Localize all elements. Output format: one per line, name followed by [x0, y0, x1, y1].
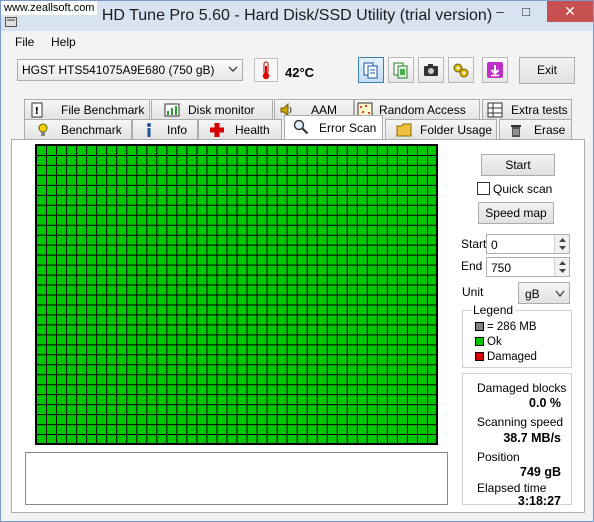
start-button[interactable]: Start: [481, 154, 555, 176]
copy-info-icon: [363, 62, 378, 79]
start-spinbox[interactable]: 0: [486, 234, 570, 254]
chevron-down-icon: [228, 66, 238, 72]
elapsed-time-label: Elapsed time: [477, 481, 547, 495]
ok-swatch: [475, 337, 484, 346]
legend-block-size-text: = 286 MB: [487, 321, 537, 333]
unit-label: Unit: [462, 285, 484, 299]
save-icon: [487, 62, 503, 78]
scan-statistics: Damaged blocks 0.0 % Scanning speed 38.7…: [462, 373, 572, 508]
spin-arrows-icon: [559, 261, 566, 273]
copy-info-button[interactable]: [358, 57, 384, 83]
temperature-readout: 42°C: [285, 65, 315, 80]
unscanned-swatch: [475, 322, 484, 331]
extra-tests-icon: [487, 102, 503, 118]
spin-arrows-icon: [559, 238, 566, 250]
tab-label: Erase: [534, 123, 566, 137]
maximize-button[interactable]: □: [513, 1, 539, 22]
legend-damaged: Damaged: [475, 351, 537, 363]
thermometer-icon: [254, 58, 278, 82]
position-label: Position: [477, 450, 520, 464]
damaged-blocks-value: 0.0 %: [529, 396, 561, 410]
quick-scan-checkbox[interactable]: [477, 182, 490, 195]
legend: Legend = 286 MB Ok Damaged: [462, 303, 572, 368]
scanning-speed-label: Scanning speed: [477, 415, 564, 429]
drive-select-value: HGST HTS541075A9E680 (750 gB): [22, 63, 215, 77]
speed-map-button[interactable]: Speed map: [478, 202, 554, 224]
tab-label: Random Access: [379, 103, 466, 117]
scanning-speed-value: 38.7 MB/s: [503, 431, 561, 445]
magnifier-icon: [293, 119, 309, 135]
end-spinbox[interactable]: 750: [486, 257, 570, 277]
tab-erase[interactable]: Erase: [499, 119, 572, 139]
start-value: 0: [491, 238, 498, 252]
scan-grid-svg: [36, 145, 437, 444]
damaged-blocks-label: Damaged blocks: [477, 381, 567, 395]
tab-label: Info: [167, 123, 188, 137]
menu-file[interactable]: File: [15, 35, 34, 49]
file-benchmark-icon: !: [31, 102, 43, 118]
disk-monitor-icon: [164, 103, 180, 117]
menu-bar: File Help: [1, 32, 593, 52]
end-spin-arrows[interactable]: [554, 258, 569, 276]
tab-label: Benchmark: [61, 123, 122, 137]
error-scan-panel: Start Quick scan Speed map Start 0 End 7…: [11, 139, 585, 513]
damaged-swatch: [475, 352, 484, 361]
legend-ok-text: Ok: [487, 336, 502, 348]
scan-block-grid: [35, 144, 438, 445]
tab-error-scan[interactable]: Error Scan: [284, 115, 383, 139]
tab-info[interactable]: Info: [132, 119, 198, 139]
legend-title: Legend: [471, 303, 516, 317]
end-value: 750: [491, 261, 512, 275]
tab-label: Health: [235, 123, 270, 137]
menu-help[interactable]: Help: [51, 35, 76, 49]
toolbar: HGST HTS541075A9E680 (750 gB) 42°C Exit: [1, 53, 593, 91]
legend-block-size: = 286 MB: [475, 321, 537, 333]
close-button[interactable]: ✕: [547, 1, 593, 22]
info-icon: [147, 123, 151, 137]
tab-disk-monitor[interactable]: Disk monitor: [151, 99, 273, 119]
elapsed-time-value: 3:18:27: [517, 494, 561, 508]
app-window: HD Tune Pro 5.60 - Hard Disk/SSD Utility…: [0, 0, 594, 522]
tab-label: Extra tests: [511, 103, 568, 117]
tab-label: File Benchmark: [61, 103, 145, 117]
end-field-label: End: [461, 259, 483, 273]
minimize-button[interactable]: –: [487, 1, 513, 22]
options-button[interactable]: [448, 57, 474, 83]
copy-screen-button[interactable]: [388, 57, 414, 83]
tab-benchmark[interactable]: Benchmark: [24, 119, 132, 139]
tab-label: Folder Usage: [420, 123, 493, 137]
tab-extra-tests[interactable]: Extra tests: [482, 99, 572, 119]
health-cross-icon: [210, 123, 224, 137]
benchmark-icon: [38, 123, 48, 136]
copy-screen-icon: [393, 62, 408, 79]
tab-label: Disk monitor: [188, 103, 255, 117]
svg-text:!: !: [35, 106, 40, 117]
position-value: 749 gB: [520, 465, 561, 479]
unit-select[interactable]: gB: [518, 282, 570, 304]
settings-icon: [453, 63, 469, 78]
legend-damaged-text: Damaged: [487, 351, 537, 363]
chevron-down-icon: [555, 290, 565, 298]
camera-icon: [424, 64, 438, 76]
tab-folder-usage[interactable]: Folder Usage: [385, 119, 497, 139]
trash-icon: [511, 125, 521, 137]
scan-log: [25, 452, 448, 505]
tab-file-benchmark[interactable]: ! File Benchmark: [24, 99, 150, 119]
drive-select[interactable]: HGST HTS541075A9E680 (750 gB): [17, 59, 243, 81]
screenshot-button[interactable]: [418, 57, 444, 83]
exit-button[interactable]: Exit: [519, 57, 575, 84]
tab-health[interactable]: Health: [198, 119, 282, 139]
save-button[interactable]: [482, 57, 508, 83]
folder-icon: [396, 123, 412, 137]
quick-scan-label: Quick scan: [493, 182, 553, 196]
watermark: www.zeallsoft.com: [1, 1, 98, 15]
legend-ok: Ok: [475, 336, 502, 348]
tab-label: Error Scan: [319, 121, 377, 135]
start-field-label: Start: [461, 237, 487, 251]
unit-value: gB: [525, 287, 540, 301]
start-spin-arrows[interactable]: [554, 235, 569, 253]
